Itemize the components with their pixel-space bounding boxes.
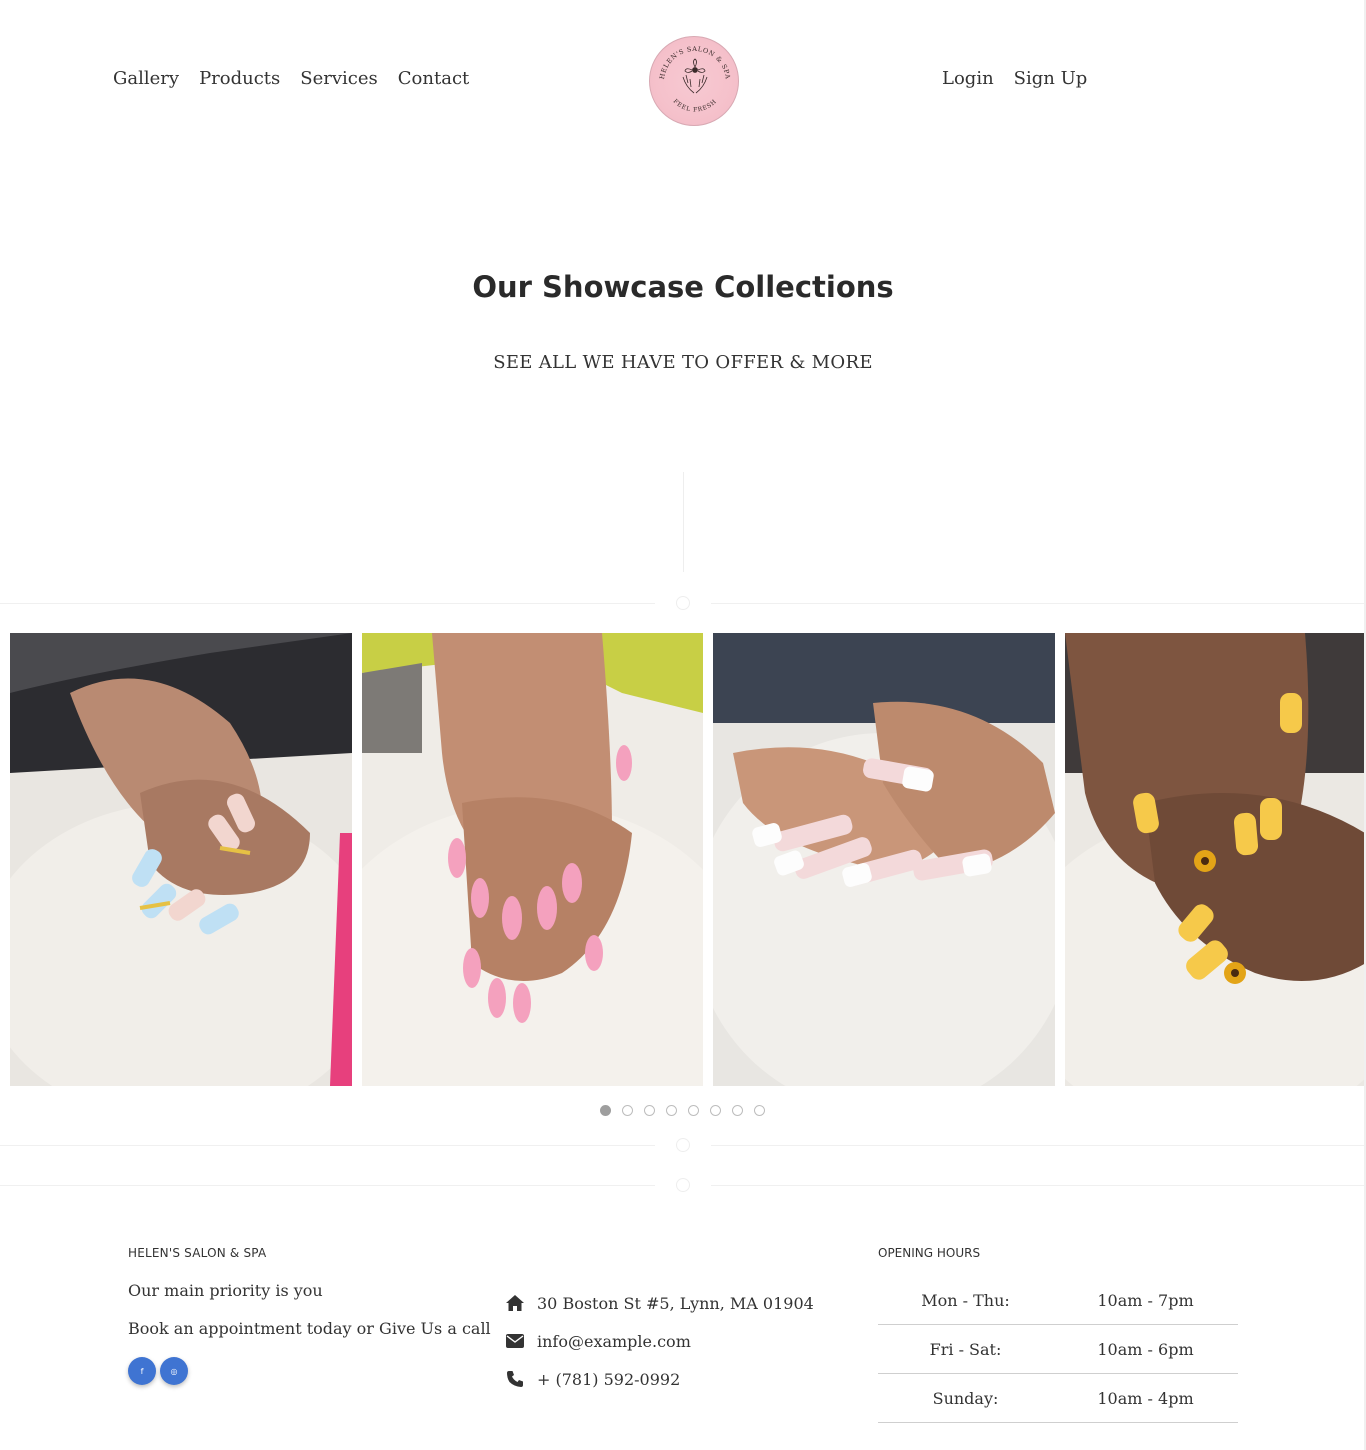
footer-tagline: Our main priority is you — [128, 1281, 323, 1300]
svg-text:HELEN'S SALON & SPA: HELEN'S SALON & SPA — [658, 45, 732, 80]
main-nav: Gallery Products Services Contact — [113, 68, 469, 89]
nail-photo-pink-almond[interactable] — [362, 633, 703, 1086]
carousel-pagination — [600, 1105, 765, 1116]
footer-brand: HELEN'S SALON & SPA — [128, 1246, 267, 1260]
hands-flower-icon — [682, 58, 708, 94]
carousel-dot-4[interactable] — [666, 1105, 677, 1116]
contact-email: info@example.com — [505, 1331, 691, 1351]
carousel-dot-6[interactable] — [710, 1105, 721, 1116]
envelope-icon — [505, 1331, 525, 1351]
phone-link[interactable]: + (781) 592-0992 — [537, 1370, 680, 1389]
opening-hours-table: Mon - Thu: 10am - 7pm Fri - Sat: 10am - … — [878, 1276, 1238, 1423]
carousel-dot-1[interactable] — [600, 1105, 611, 1116]
carousel-dot-2[interactable] — [622, 1105, 633, 1116]
nail-photo-white-french[interactable] — [713, 633, 1055, 1086]
carousel-dot-3[interactable] — [644, 1105, 655, 1116]
account-nav: Login Sign Up — [942, 68, 1087, 89]
contact-phone: + (781) 592-0992 — [505, 1369, 680, 1389]
contact-address: 30 Boston St #5, Lynn, MA 01904 — [505, 1293, 814, 1313]
logo-bottom-text: FEEL FRESH — [672, 98, 718, 114]
vertical-divider — [683, 472, 684, 572]
hours-time: 10am - 6pm — [1097, 1339, 1194, 1359]
logo-top-text: HELEN'S SALON & SPA — [658, 45, 731, 80]
photo-carousel[interactable] — [10, 633, 1366, 1086]
divider-circle — [676, 1138, 690, 1152]
carousel-dot-8[interactable] — [754, 1105, 765, 1116]
hours-day: Fri - Sat: — [929, 1339, 1002, 1359]
opening-hours-title: OPENING HOURS — [878, 1246, 981, 1260]
facebook-icon[interactable]: f — [128, 1357, 156, 1385]
hours-day: Mon - Thu: — [921, 1290, 1010, 1310]
signup-link[interactable]: Sign Up — [1014, 68, 1088, 89]
page-title: Our Showcase Collections — [472, 270, 894, 304]
nav-contact-link[interactable]: Contact — [398, 68, 469, 89]
phone-icon — [505, 1369, 525, 1389]
hours-time: 10am - 7pm — [1097, 1290, 1194, 1310]
nav-services-link[interactable]: Services — [300, 68, 377, 89]
svg-text:FEEL FRESH: FEEL FRESH — [672, 98, 719, 114]
carousel-dot-5[interactable] — [688, 1105, 699, 1116]
divider-circle — [676, 1178, 690, 1192]
login-link[interactable]: Login — [942, 68, 994, 89]
hours-time: 10am - 4pm — [1097, 1388, 1194, 1408]
instagram-icon[interactable]: ◎ — [160, 1357, 188, 1385]
address-text: 30 Boston St #5, Lynn, MA 01904 — [537, 1293, 814, 1313]
carousel-dot-7[interactable] — [732, 1105, 743, 1116]
page-subtitle: SEE ALL WE HAVE TO OFFER & MORE — [493, 352, 873, 373]
nail-photo-blue-ombre[interactable] — [10, 633, 352, 1086]
nail-photo-yellow-sunflower[interactable] — [1065, 633, 1366, 1086]
hours-day: Sunday: — [932, 1388, 999, 1408]
footer-cta: Book an appointment today or Give Us a c… — [128, 1319, 491, 1338]
nav-gallery-link[interactable]: Gallery — [113, 68, 179, 89]
nav-products-link[interactable]: Products — [199, 68, 280, 89]
salon-logo[interactable]: HELEN'S SALON & SPA FEEL FRESH — [649, 36, 739, 126]
email-link[interactable]: info@example.com — [537, 1332, 691, 1351]
hours-row: Mon - Thu: 10am - 7pm — [878, 1276, 1238, 1325]
hours-row: Sunday: 10am - 4pm — [878, 1374, 1238, 1423]
hours-row: Fri - Sat: 10am - 6pm — [878, 1325, 1238, 1374]
divider-circle — [676, 596, 690, 610]
salon-logo-graphic: HELEN'S SALON & SPA FEEL FRESH — [658, 45, 732, 114]
home-icon — [505, 1293, 525, 1313]
social-links: f ◎ — [128, 1357, 188, 1385]
